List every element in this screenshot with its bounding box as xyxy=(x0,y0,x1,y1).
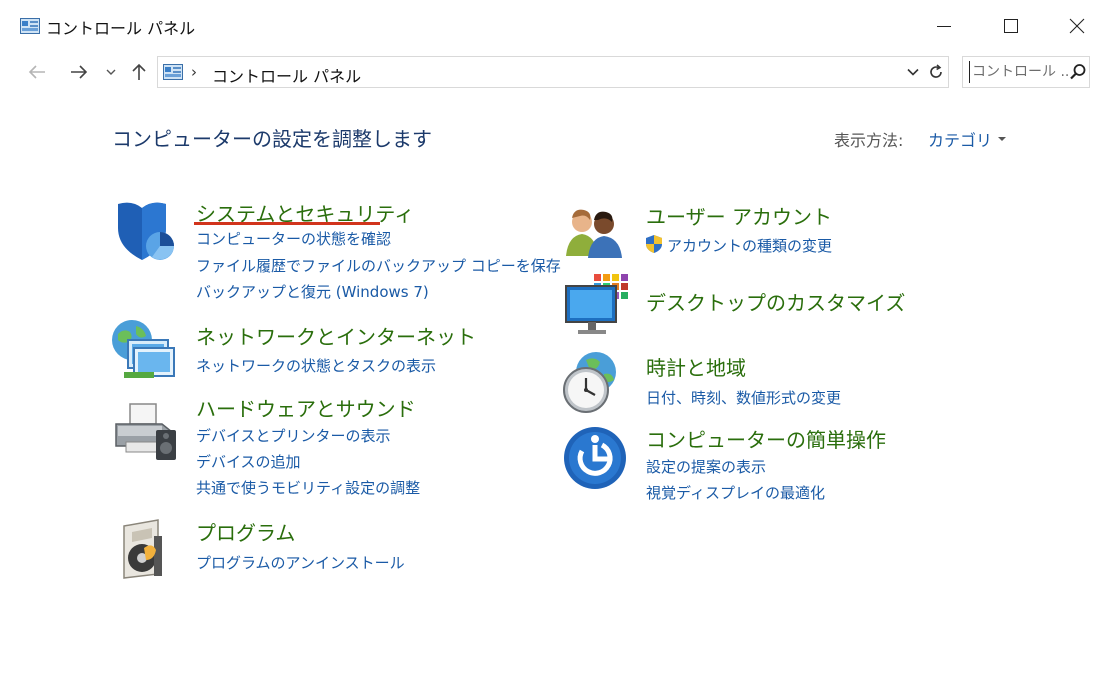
minimize-icon xyxy=(937,26,951,27)
refresh-button[interactable] xyxy=(926,61,946,83)
up-button[interactable] xyxy=(128,60,150,84)
address-history-button[interactable] xyxy=(903,61,923,83)
link-network-status-tasks[interactable]: ネットワークの状態とタスクの表示 xyxy=(196,355,436,376)
network-globe-icon[interactable] xyxy=(110,318,176,384)
category-programs[interactable]: プログラム xyxy=(196,517,295,546)
chevron-down-icon xyxy=(106,69,116,75)
page-title: コンピューターの設定を調整します xyxy=(112,127,432,151)
category-clock-region[interactable]: 時計と地域 xyxy=(646,352,746,381)
back-button[interactable] xyxy=(24,60,50,84)
link-uninstall-program[interactable]: プログラムのアンインストール xyxy=(196,552,405,573)
users-icon[interactable] xyxy=(562,200,628,266)
link-file-history-backup[interactable]: ファイル履歴でファイルのバックアップ コピーを保存 xyxy=(196,255,561,276)
link-add-device[interactable]: デバイスの追加 xyxy=(196,451,301,472)
close-button[interactable] xyxy=(1054,6,1100,46)
close-icon xyxy=(1069,18,1085,34)
ease-of-access-icon[interactable] xyxy=(562,425,628,491)
category-desktop-customize[interactable]: デスクトップのカスタマイズ xyxy=(646,287,905,316)
refresh-icon xyxy=(930,64,942,78)
forward-button[interactable] xyxy=(66,60,92,84)
window-title: コントロール パネル xyxy=(46,19,196,38)
search-icon[interactable] xyxy=(1069,63,1087,81)
link-suggested-settings[interactable]: 設定の提案の表示 xyxy=(646,456,766,477)
recent-locations-button[interactable] xyxy=(104,60,118,84)
control-panel-icon xyxy=(20,18,40,34)
category-hardware-sound[interactable]: ハードウェアとサウンド xyxy=(196,393,416,422)
category-user-accounts[interactable]: ユーザー アカウント xyxy=(646,201,832,230)
view-by-label: 表示方法: xyxy=(834,131,904,150)
programs-icon[interactable] xyxy=(114,516,180,582)
navigation-bar: › コントロール パネル xyxy=(0,52,1108,92)
breadcrumb-separator[interactable]: › xyxy=(191,63,197,81)
arrow-left-icon xyxy=(28,65,45,79)
control-panel-icon xyxy=(163,64,183,80)
link-mobility-settings[interactable]: 共通で使うモビリティ設定の調整 xyxy=(196,477,420,498)
search-input[interactable] xyxy=(969,61,1068,83)
category-ease-of-access[interactable]: コンピューターの簡単操作 xyxy=(646,424,886,453)
maximize-button[interactable] xyxy=(988,6,1034,46)
link-change-account-type[interactable]: アカウントの種類の変更 xyxy=(667,235,832,256)
breadcrumb-control-panel[interactable]: コントロール パネル xyxy=(212,63,361,87)
category-network-internet[interactable]: ネットワークとインターネット xyxy=(196,321,476,350)
shield-icon[interactable] xyxy=(112,198,178,264)
link-backup-restore[interactable]: バックアップと復元 (Windows 7) xyxy=(196,281,429,302)
view-by-value: カテゴリ xyxy=(928,131,993,150)
uac-shield-icon xyxy=(646,235,662,253)
search-box[interactable] xyxy=(962,56,1090,88)
title-bar: コントロール パネル xyxy=(0,0,1108,50)
chevron-down-icon xyxy=(907,68,919,76)
triangle-down-icon xyxy=(998,137,1007,141)
arrow-up-icon xyxy=(132,63,146,80)
maximize-icon xyxy=(1004,19,1018,33)
desktop-customize-icon[interactable] xyxy=(562,272,628,338)
view-by-dropdown[interactable]: カテゴリ xyxy=(928,127,1007,151)
link-date-time-format[interactable]: 日付、時刻、数値形式の変更 xyxy=(646,387,841,408)
highlight-underline xyxy=(194,222,380,225)
address-bar[interactable]: › コントロール パネル xyxy=(157,56,949,88)
arrow-right-icon xyxy=(71,65,88,79)
clock-globe-icon[interactable] xyxy=(560,350,626,416)
link-optimize-visual-display[interactable]: 視覚ディスプレイの最適化 xyxy=(646,482,825,503)
link-devices-printers[interactable]: デバイスとプリンターの表示 xyxy=(196,425,391,446)
minimize-button[interactable] xyxy=(921,6,967,46)
link-check-computer-status[interactable]: コンピューターの状態を確認 xyxy=(196,228,391,249)
printer-icon[interactable] xyxy=(112,400,178,466)
